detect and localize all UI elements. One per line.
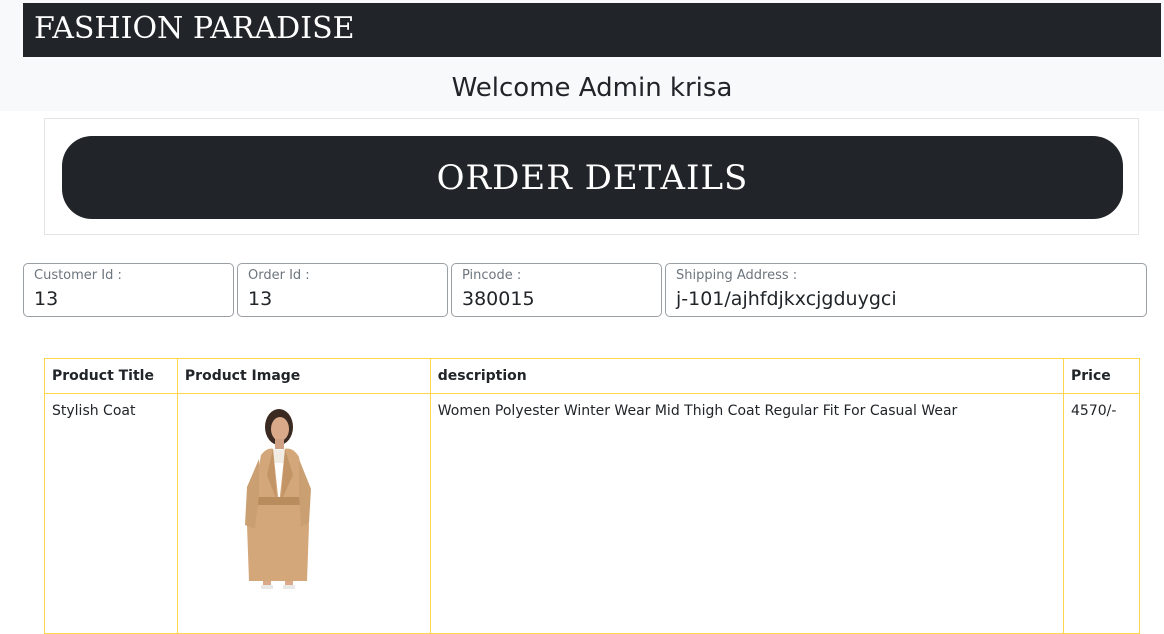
order-id-field[interactable]: Order Id : 13 (237, 263, 448, 317)
cell-price: 4570/- (1063, 393, 1140, 634)
brand-logo-text[interactable]: FASHION PARADISE (34, 9, 355, 49)
pincode-field[interactable]: Pincode : 380015 (451, 263, 662, 317)
heading-banner: ORDER DETAILS (62, 136, 1123, 219)
column-header-product-image: Product Image (176, 358, 431, 394)
pincode-label: Pincode : (462, 268, 522, 283)
heading-card: ORDER DETAILS (44, 118, 1139, 235)
welcome-message: Welcome Admin krisa (451, 73, 733, 103)
order-id-label: Order Id : (248, 268, 310, 283)
shipping-address-value: j-101/ajhfdjkxcjgduygci (676, 288, 897, 310)
navbar: FASHION PARADISE (23, 3, 1161, 57)
column-header-product-title: Product Title (44, 358, 178, 394)
shipping-address-label: Shipping Address : (676, 268, 798, 283)
column-header-price: Price (1063, 358, 1140, 394)
customer-id-value: 13 (34, 288, 59, 310)
order-products-table: Product Title Product Image description … (44, 358, 1140, 634)
table-header-row: Product Title Product Image description … (44, 358, 1140, 394)
coat-product-photo (244, 409, 311, 589)
shipping-address-field[interactable]: Shipping Address : j-101/ajhfdjkxcjgduyg… (665, 263, 1147, 317)
pincode-value: 380015 (462, 288, 535, 310)
order-id-value: 13 (248, 288, 273, 310)
cell-product-title: Stylish Coat (44, 393, 178, 634)
column-header-description: description (429, 358, 1065, 394)
customer-id-field[interactable]: Customer Id : 13 (23, 263, 234, 317)
table-row: Stylish Coat Women Polyester Winter Wear… (44, 393, 1140, 634)
page-title: ORDER DETAILS (436, 157, 749, 198)
cell-product-image (176, 393, 431, 634)
cell-description: Women Polyester Winter Wear Mid Thigh Co… (429, 393, 1065, 634)
customer-id-label: Customer Id : (34, 268, 122, 283)
